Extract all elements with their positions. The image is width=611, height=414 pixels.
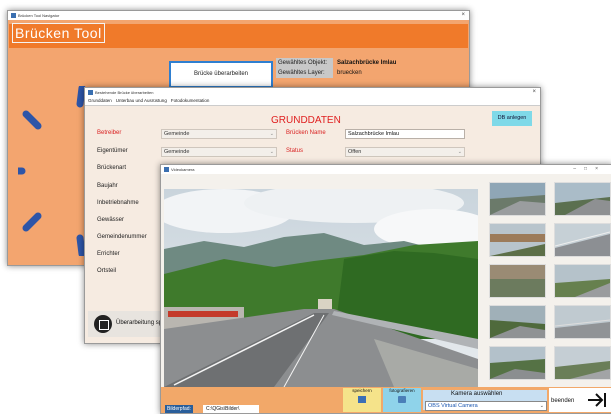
close-icon[interactable]: × — [595, 166, 606, 172]
selected-layer-label: Gewähltes Layer: — [276, 68, 333, 78]
label-bruecken-name: Brücken Name — [286, 130, 326, 136]
thumbnail-8[interactable] — [554, 305, 611, 339]
app-name: Brücken Tool — [12, 23, 105, 43]
camera-select-value: OBS Virtual Camera — [428, 403, 478, 409]
tab-fotodokumentation[interactable]: Fotodokumentation — [171, 97, 210, 105]
betreiber-value: Gemeinde — [164, 131, 190, 137]
label-betreiber: Betreiber — [97, 130, 122, 136]
chevron-down-icon: ⌄ — [539, 403, 544, 409]
camera-titlebar: Videokamera –□× — [161, 165, 611, 174]
tab-grunddaten[interactable]: Grunddaten — [88, 97, 112, 105]
chevron-down-icon: ⌄ — [457, 149, 462, 155]
details-titlebar: Bestehende Brücke überarbeiten × — [85, 88, 540, 97]
quit-button[interactable]: beenden — [549, 388, 611, 412]
exit-arrow-icon — [588, 393, 606, 407]
label-status: Status — [286, 148, 304, 154]
thumbnail-3[interactable] — [489, 223, 546, 257]
thumbnail-9[interactable] — [489, 346, 546, 380]
thumbnail-image — [555, 306, 610, 338]
floppy-disk-icon — [358, 396, 366, 403]
thumbnail-image — [555, 347, 610, 379]
close-icon[interactable]: × — [461, 11, 465, 20]
bruecken-name-field[interactable]: Salzachbrücke Imlau — [345, 129, 465, 139]
section-heading: GRUNDDATEN — [271, 115, 341, 126]
window-controls[interactable]: –□× — [573, 165, 606, 174]
camera-select-group: Kamera auswählen OBS Virtual Camera ⌄ — [423, 390, 547, 411]
selection-info: Gewähltes Objekt: Salzachbrücke Imlau Ge… — [276, 58, 456, 78]
create-db-button[interactable]: DB anlegen — [492, 111, 532, 126]
thumbnail-1[interactable] — [489, 182, 546, 216]
thumbnail-6[interactable] — [554, 264, 611, 298]
thumbnail-image — [490, 265, 545, 297]
selected-layer-value: bruecken — [337, 70, 362, 76]
edit-bridge-button[interactable]: Brücke überarbeiten — [169, 61, 273, 88]
thumbnail-image — [490, 224, 545, 256]
thumbnail-image — [490, 306, 545, 338]
label-brueckenart: Brückenart — [97, 165, 127, 171]
minimize-icon[interactable]: – — [573, 166, 584, 172]
label-baujahr: Baujahr — [97, 183, 118, 189]
camera-select-label: Kamera auswählen — [451, 391, 503, 397]
selected-object-label: Gewähltes Objekt: — [276, 58, 333, 68]
navigator-title: Brücken Tool Navigator — [18, 13, 60, 18]
save-image-label: speichern — [352, 388, 372, 393]
status-value: Offen — [348, 149, 362, 155]
label-ortsteil: Ortsteil — [97, 268, 117, 274]
thumbnail-4[interactable] — [554, 223, 611, 257]
chevron-down-icon: ⌄ — [269, 131, 274, 137]
camera-preview — [164, 189, 478, 387]
floppy-disk-icon — [94, 315, 112, 333]
details-tabs: Grunddaten Unterbau und Ausrüstung Fotod… — [85, 97, 540, 106]
label-gewaesser: Gewässer — [97, 217, 125, 223]
thumbnail-image — [490, 183, 545, 215]
close-icon[interactable]: × — [532, 88, 536, 97]
camera-icon — [398, 396, 406, 403]
thumbnail-2[interactable] — [554, 182, 611, 216]
thumbnail-10[interactable] — [554, 346, 611, 380]
selected-object-value: Salzachbrücke Imlau — [337, 60, 397, 66]
navigator-titlebar: Brücken Tool Navigator × — [8, 11, 469, 20]
camera-title: Videokamera — [171, 167, 195, 172]
chevron-down-icon: ⌄ — [269, 149, 274, 155]
label-eigentuemer: Eigentümer — [97, 148, 128, 154]
details-title: Bestehende Brücke überarbeiten — [95, 90, 154, 95]
tab-unterbau[interactable]: Unterbau und Ausrüstung — [116, 97, 167, 105]
thumbnail-7[interactable] — [489, 305, 546, 339]
selected-object-row: Gewähltes Objekt: Salzachbrücke Imlau — [276, 58, 456, 68]
app-icon — [164, 167, 169, 172]
photograph-button[interactable]: fotografieren — [383, 388, 421, 412]
thumbnail-image — [490, 347, 545, 379]
camera-select[interactable]: OBS Virtual Camera ⌄ — [425, 401, 547, 411]
eigentuemer-value: Gemeinde — [164, 149, 190, 155]
maximize-icon[interactable]: □ — [584, 166, 595, 172]
label-errichter: Errichter — [97, 251, 120, 257]
selected-layer-row: Gewähltes Layer: bruecken — [276, 68, 456, 78]
save-image-button[interactable]: speichern — [343, 388, 381, 412]
thumbnail-image — [555, 265, 610, 297]
thumbnail-5[interactable] — [489, 264, 546, 298]
app-icon — [11, 13, 16, 18]
thumbnail-image — [555, 224, 610, 256]
quit-label: beenden — [551, 398, 575, 404]
thumbnail-image — [555, 183, 610, 215]
camera-preview-image — [164, 189, 478, 387]
label-gemeindenummer: Gemeindenummer — [97, 234, 147, 240]
betreiber-dropdown[interactable]: Gemeinde ⌄ — [161, 129, 277, 139]
eigentuemer-dropdown[interactable]: Gemeinde ⌄ — [161, 147, 277, 157]
status-dropdown[interactable]: Offen ⌄ — [345, 147, 465, 157]
app-icon — [88, 90, 93, 95]
photograph-label: fotografieren — [389, 388, 415, 393]
label-inbetriebnahme: Inbetriebnahme — [97, 200, 139, 206]
camera-bottom-bar: Bilderpfad: C:\QGis\Bilder\ speichern fo… — [161, 387, 611, 413]
camera-window: Videokamera –□× Bilderpfad: C:\QGis\Bild… — [160, 164, 611, 414]
